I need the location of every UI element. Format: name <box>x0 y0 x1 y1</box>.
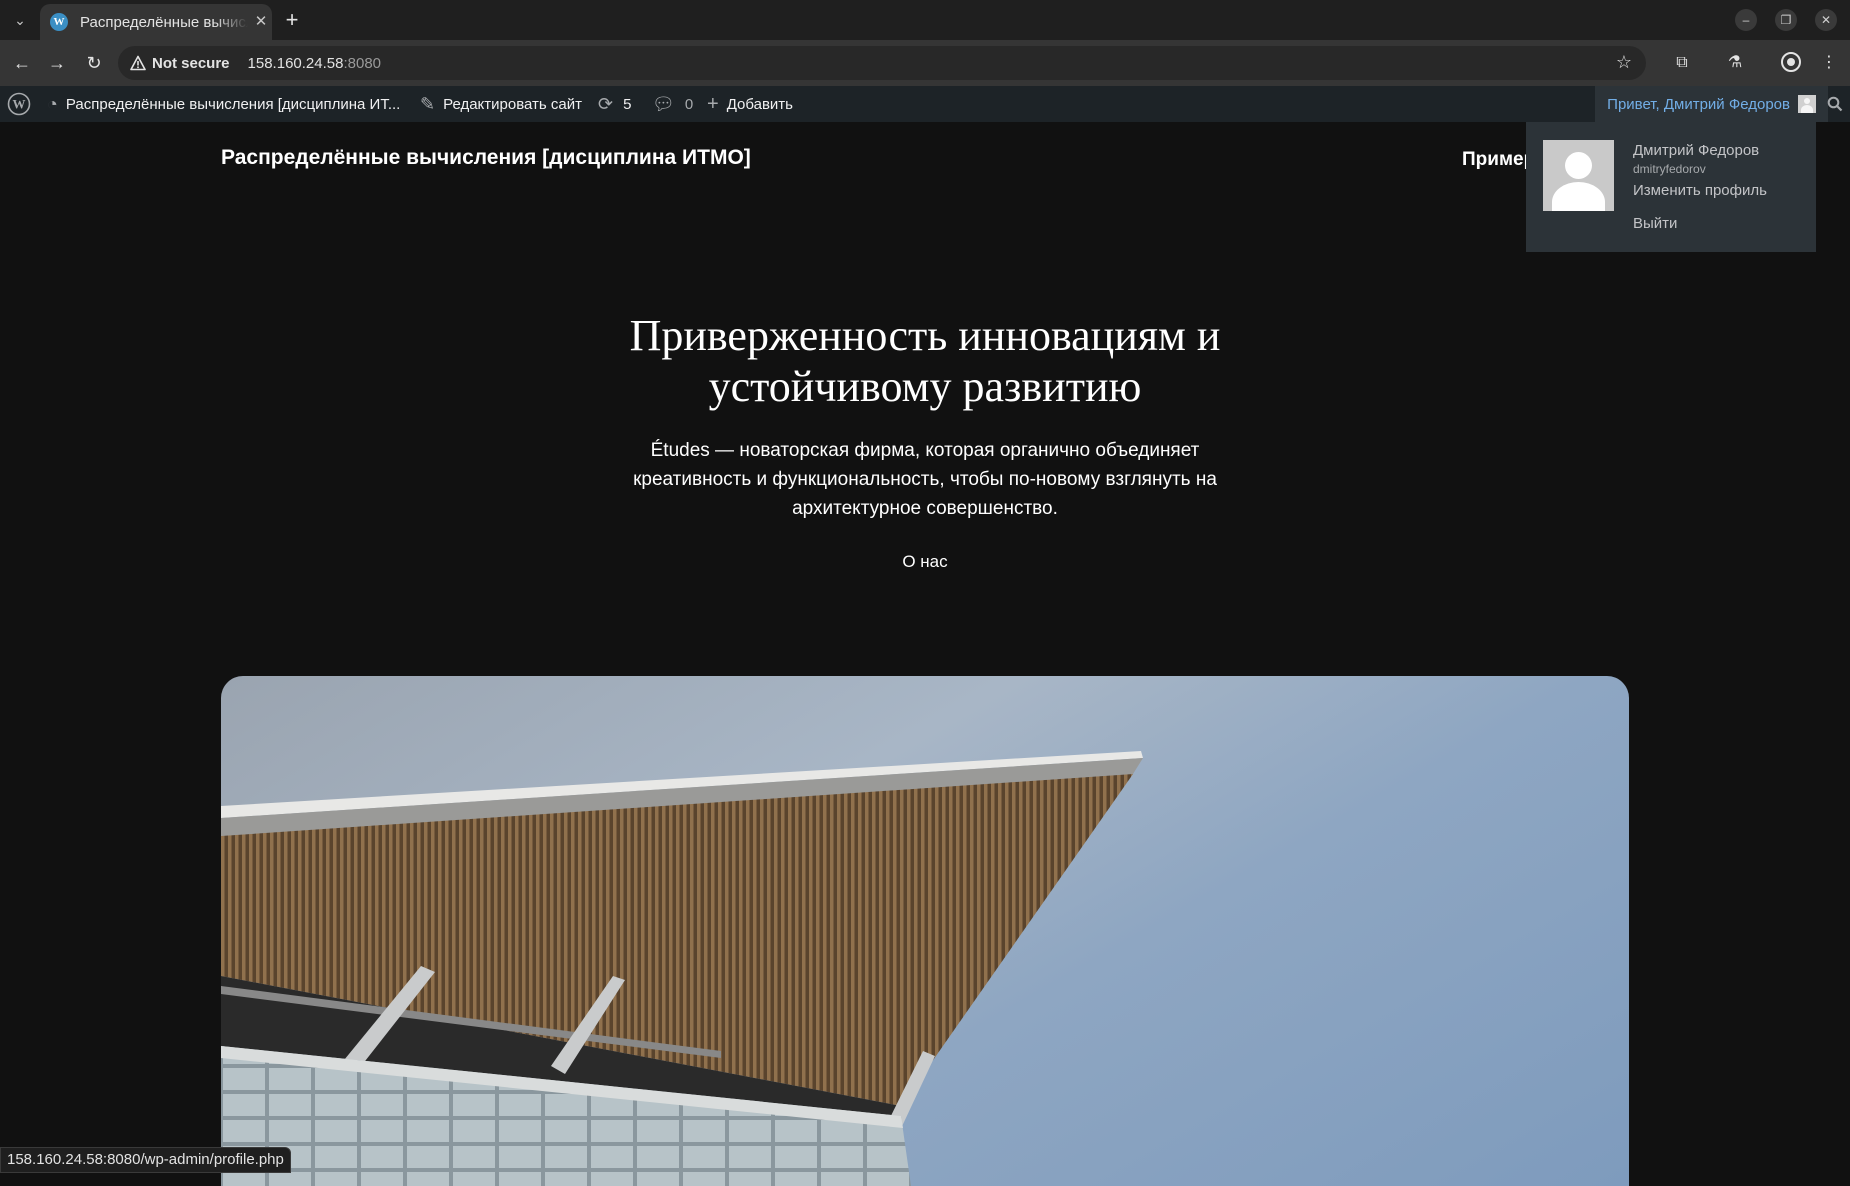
adminbar-greeting: Привет, Дмитрий Федоров <box>1607 96 1790 113</box>
tab-close-icon[interactable]: ✕ <box>252 13 270 31</box>
forward-arrow-icon[interactable]: → <box>45 51 69 75</box>
adminbar-customize-label: Редактировать сайт <box>443 96 582 113</box>
svg-text:W: W <box>13 97 26 112</box>
browser-menu-kebab-icon[interactable]: ⋮ <box>1817 51 1841 75</box>
browser-toolbar: ← → ↻ Not secure 158.160.24.58:8080 ☆ ⧉ … <box>0 40 1850 86</box>
address-bar[interactable]: Not secure 158.160.24.58:8080 ☆ <box>118 46 1646 80</box>
window-close-icon[interactable]: ✕ <box>1815 9 1837 31</box>
profile-circle-icon[interactable] <box>1779 51 1803 75</box>
window-minimize-icon[interactable]: – <box>1735 9 1757 31</box>
adminbar-new-label: Добавить <box>727 96 793 113</box>
updates-count: 5 <box>623 96 631 113</box>
comment-bubble-icon: 💬︎ <box>652 94 675 115</box>
tab-title: Распределённые вычисления [дисциплина ИТ… <box>80 14 248 31</box>
labs-flask-icon[interactable]: ⚗ <box>1723 51 1747 75</box>
wordpress-favicon-icon: W <box>50 13 68 31</box>
adminbar-my-account[interactable]: Привет, Дмитрий Федоров <box>1595 86 1828 122</box>
adminbar-search-icon[interactable] <box>1824 86 1846 122</box>
adminbar-updates[interactable]: ⟳ 5 <box>598 86 631 122</box>
brush-icon: ✎ <box>420 94 435 115</box>
browser-tab-strip: ⌄ W Распределённые вычисления [дисциплин… <box>0 0 1850 40</box>
browser-tab-active[interactable]: W Распределённые вычисления [дисциплина … <box>40 4 272 40</box>
extensions-puzzle-icon[interactable]: ⧉ <box>1670 51 1694 75</box>
account-display-name[interactable]: Дмитрий Федоров <box>1633 142 1759 159</box>
account-dropdown-menu: Дмитрий Федоров dmitryfedorov Изменить п… <box>1526 122 1816 252</box>
user-avatar-large[interactable] <box>1543 140 1614 211</box>
hero-building-image <box>221 676 1629 1186</box>
hero-heading: Приверженность инновациям и устойчивому … <box>525 310 1325 412</box>
logout-link[interactable]: Выйти <box>1633 215 1677 232</box>
site-title[interactable]: Распределённые вычисления [дисциплина ИТ… <box>221 146 751 170</box>
edit-profile-link[interactable]: Изменить профиль <box>1633 182 1767 199</box>
url-text[interactable]: 158.160.24.58:8080 <box>248 55 381 72</box>
not-secure-label[interactable]: Not secure <box>152 55 230 72</box>
new-tab-plus-icon[interactable]: + <box>280 8 304 32</box>
reload-icon[interactable]: ↻ <box>82 51 106 75</box>
window-restore-icon[interactable]: ❐ <box>1775 9 1797 31</box>
account-username[interactable]: dmitryfedorov <box>1633 162 1706 176</box>
adminbar-customize[interactable]: ✎ Редактировать сайт <box>420 86 582 122</box>
tab-search-chevron-icon[interactable]: ⌄ <box>8 8 32 32</box>
plus-icon: + <box>707 93 719 116</box>
wp-logo-icon[interactable]: W <box>7 86 31 122</box>
adminbar-comments[interactable]: 💬︎ 0 <box>652 86 693 122</box>
comments-count: 0 <box>685 96 693 113</box>
wp-admin-bar: W ◔ Распределённые вычисления [дисциплин… <box>0 86 1850 122</box>
status-bar-url: 158.160.24.58:8080/wp-admin/profile.php <box>0 1147 291 1173</box>
back-arrow-icon[interactable]: ← <box>10 51 34 75</box>
dashboard-gauge-icon: ◔ <box>47 94 58 115</box>
adminbar-site-name[interactable]: ◔ Распределённые вычисления [дисциплина … <box>47 86 400 122</box>
hero-description: Études — новаторская фирма, которая орга… <box>600 436 1250 523</box>
updates-refresh-icon: ⟳ <box>598 94 613 115</box>
url-host: 158.160.24.58 <box>248 55 344 72</box>
adminbar-site-name-label: Распределённые вычисления [дисциплина ИТ… <box>66 96 400 113</box>
about-us-button[interactable]: О нас <box>875 552 975 572</box>
user-avatar-small <box>1798 95 1816 113</box>
nav-item-example[interactable]: Пример <box>1462 149 1526 171</box>
bookmark-star-icon[interactable]: ☆ <box>1616 52 1632 73</box>
url-port: :8080 <box>343 55 381 72</box>
warning-triangle-icon[interactable] <box>130 55 146 71</box>
adminbar-new-content[interactable]: + Добавить <box>707 86 793 122</box>
